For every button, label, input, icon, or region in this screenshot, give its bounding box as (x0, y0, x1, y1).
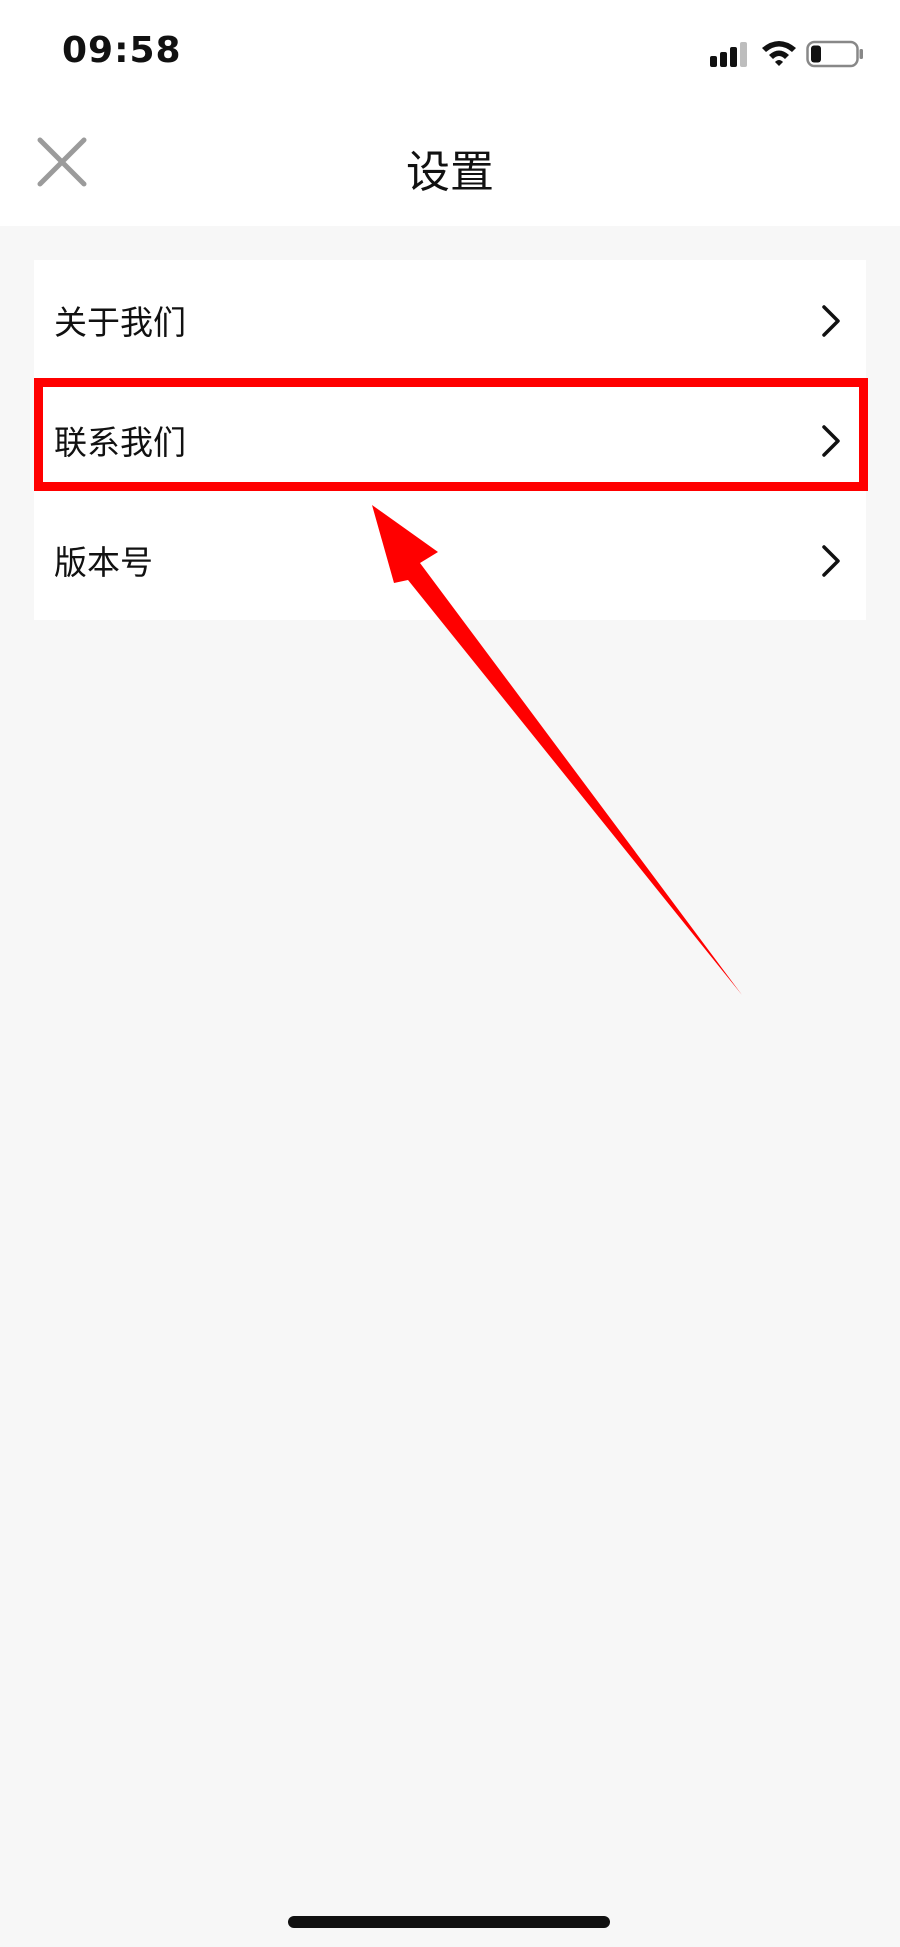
wifi-icon (762, 41, 796, 66)
settings-item-contact-us[interactable]: 联系我们 (34, 380, 866, 500)
chevron-right-icon (822, 425, 840, 457)
signal-icon (710, 42, 747, 67)
settings-item-label: 联系我们 (54, 423, 186, 462)
settings-item-label: 关于我们 (54, 303, 186, 342)
home-indicator (288, 1916, 610, 1928)
settings-item-label: 版本号 (54, 543, 153, 582)
status-bar: 09:58 (0, 0, 900, 106)
settings-list: 关于我们 联系我们 版本号 (34, 260, 866, 620)
page-title: 设置 (406, 147, 494, 198)
nav-bar: 设置 (0, 106, 900, 226)
battery-icon (806, 40, 863, 68)
settings-item-version[interactable]: 版本号 (34, 500, 866, 620)
chevron-right-icon (822, 545, 840, 577)
status-time: 09:58 (62, 30, 182, 71)
chevron-right-icon (822, 305, 840, 337)
settings-item-about-us[interactable]: 关于我们 (34, 260, 866, 380)
